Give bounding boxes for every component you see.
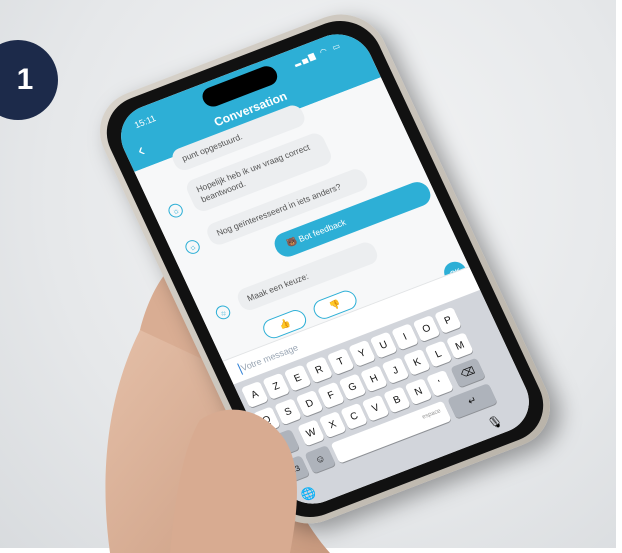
hand-thumb-overlay [170, 409, 297, 553]
